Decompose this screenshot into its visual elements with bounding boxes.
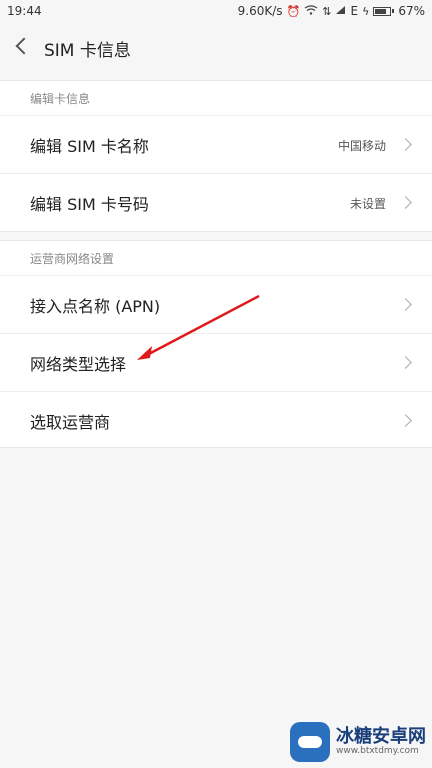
- watermark: 冰糖安卓网 www.btxtdmy.com: [290, 722, 426, 762]
- section-header: 编辑卡信息: [30, 92, 91, 106]
- row-edit-sim-name[interactable]: 编辑 SIM 卡名称 中国移动: [0, 115, 432, 173]
- row-label: 编辑 SIM 卡号码: [30, 195, 149, 214]
- row-label: 编辑 SIM 卡名称: [30, 137, 149, 156]
- row-label: 接入点名称 (APN): [30, 297, 161, 316]
- row-edit-sim-number[interactable]: 编辑 SIM 卡号码 未设置: [0, 173, 432, 231]
- row-value: 未设置: [349, 197, 386, 211]
- status-icons: 9.60K/s ⏰ ⇅ E ϟ 67%: [238, 4, 425, 18]
- wifi-icon: [304, 5, 318, 17]
- network-speed: 9.60K/s: [237, 4, 283, 18]
- row-select-carrier[interactable]: 选取运营商: [0, 391, 432, 449]
- charging-icon: ϟ: [362, 4, 370, 18]
- chevron-right-icon: [399, 298, 412, 311]
- watermark-url: www.btxtdmy.com: [336, 745, 419, 756]
- chevron-right-icon: [399, 138, 412, 151]
- battery-icon: [373, 6, 392, 16]
- row-label: 网络类型选择: [30, 355, 127, 374]
- signal-icon: [335, 5, 346, 17]
- battery-percent: 67%: [398, 4, 425, 18]
- row-label: 选取运营商: [30, 413, 111, 432]
- data-transfer-icon: ⇅: [322, 4, 332, 18]
- watermark-logo-icon: [290, 722, 330, 762]
- alarm-icon: ⏰: [286, 4, 301, 18]
- section-edit-card-info: 编辑卡信息 编辑 SIM 卡名称 中国移动 编辑 SIM 卡号码 未设置: [0, 80, 432, 232]
- title-bar: SIM 卡信息: [0, 26, 432, 72]
- chevron-right-icon: [399, 196, 412, 209]
- row-network-type[interactable]: 网络类型选择: [0, 333, 432, 391]
- page-title: SIM 卡信息: [44, 41, 131, 61]
- watermark-title: 冰糖安卓网: [336, 726, 426, 748]
- network-type: E: [350, 4, 359, 18]
- battery-cap: [392, 9, 395, 13]
- chevron-right-icon: [399, 414, 412, 427]
- chevron-right-icon: [399, 356, 412, 369]
- row-value: 中国移动: [337, 139, 386, 153]
- back-icon[interactable]: [15, 37, 33, 55]
- status-time: 19:44: [7, 4, 42, 18]
- status-bar: 19:44 9.60K/s ⏰ ⇅ E ϟ 67%: [0, 0, 432, 26]
- row-apn[interactable]: 接入点名称 (APN): [0, 275, 432, 333]
- section-carrier-network: 运营商网络设置 接入点名称 (APN) 网络类型选择 选取运营商: [0, 240, 432, 448]
- watermark-text: 冰糖安卓网 www.btxtdmy.com: [336, 727, 426, 757]
- section-header: 运营商网络设置: [30, 252, 115, 266]
